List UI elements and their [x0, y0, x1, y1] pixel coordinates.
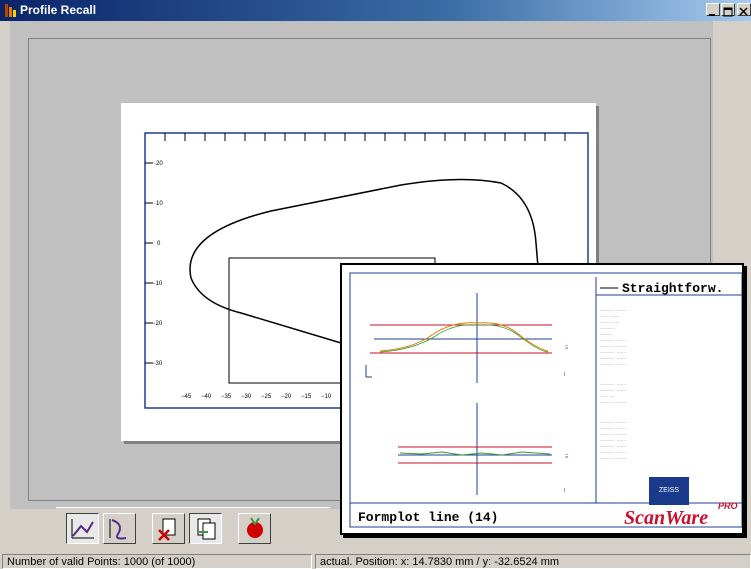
svg-text:−20: −20 — [281, 394, 292, 400]
svg-text:Ξ: Ξ — [565, 345, 569, 351]
svg-text:−20: −20 — [152, 321, 163, 327]
svg-text:……………… …………: ……………… ………… — [600, 345, 627, 349]
profile-chart-icon — [71, 519, 94, 539]
svg-text:……………… …………: ……………… ………… — [600, 309, 627, 313]
svg-text:……………… …………: ……………… ………… — [600, 363, 627, 367]
formplot-footer-title: Formplot line (14) — [358, 510, 499, 525]
svg-text:……………… …………: ……………… ………… — [600, 351, 627, 355]
svg-text:−30: −30 — [152, 361, 163, 367]
status-bar: Number of valid Points: 1000 (of 1000) a… — [0, 552, 751, 569]
minimize-icon — [709, 14, 715, 16]
profile-app-icon — [5, 4, 16, 17]
svg-text:……… …………: ……… ………… — [600, 315, 620, 319]
window-title: Profile Recall — [20, 3, 97, 17]
svg-text:……………… …………: ……………… ………… — [600, 445, 627, 449]
svg-text:−35: −35 — [221, 394, 232, 400]
svg-text:……………… …………: ……………… ………… — [600, 401, 627, 405]
minimize-button[interactable] — [706, 3, 720, 16]
svg-text:I: I — [564, 488, 565, 494]
copy-profile-button[interactable] — [189, 513, 222, 544]
record-button[interactable] — [238, 513, 271, 544]
svg-text:Ξ: Ξ — [565, 454, 569, 460]
svg-text:……… ……: ……… …… — [600, 395, 615, 399]
profile-zoom-button[interactable] — [103, 513, 136, 544]
close-button[interactable] — [737, 3, 751, 16]
svg-text:……………… …………: ……………… ………… — [600, 383, 627, 387]
svg-text:……………… …………: ……………… ………… — [600, 339, 627, 343]
svg-text:0: 0 — [157, 241, 161, 247]
svg-text:·10: ·10 — [154, 201, 163, 207]
status-position: actual. Position: x: 14.7830 mm / y: -32… — [315, 554, 751, 569]
svg-text:……………: …………… — [600, 333, 613, 337]
svg-text:……………… …………: ……………… ………… — [600, 457, 627, 461]
close-icon — [739, 7, 748, 16]
svg-text:−45: −45 — [181, 394, 192, 400]
maximize-button[interactable] — [721, 3, 735, 17]
svg-text:……………… …………: ……………… ………… — [600, 389, 627, 393]
svg-text:−30: −30 — [241, 394, 252, 400]
svg-text:−10: −10 — [321, 394, 332, 400]
profile-toolbar — [56, 507, 330, 550]
status-valid-points: Number of valid Points: 1000 (of 1000) — [2, 554, 312, 569]
delete-profile-icon — [158, 518, 176, 541]
svg-text:……………… …………: ……………… ………… — [600, 439, 627, 443]
scanware-pro-badge: PRO — [718, 501, 738, 511]
copy-profile-icon — [197, 518, 216, 540]
profile-zoom-icon — [109, 519, 127, 540]
title-bar: Profile Recall — [0, 0, 751, 21]
svg-text:−10: −10 — [152, 281, 163, 287]
svg-text:………………: ……………… — [600, 327, 615, 331]
record-icon — [247, 517, 263, 538]
svg-text:−40: −40 — [201, 394, 212, 400]
zeiss-logo: ZEISS — [649, 477, 689, 505]
svg-text:−15: −15 — [301, 394, 312, 400]
svg-text:……… …………: ……… ………… — [600, 321, 620, 325]
formplot-window[interactable]: Ξ Ξ I I ……………… ………… ……… ………… ……… ………… …………… — [340, 263, 744, 535]
delete-profile-button[interactable] — [152, 513, 185, 544]
svg-text:I: I — [564, 372, 565, 378]
svg-text:·20: ·20 — [154, 161, 163, 167]
svg-text:……………… …………: ……………… ………… — [600, 427, 627, 431]
svg-text:……………… …………: ……………… ………… — [600, 451, 627, 455]
maximize-icon — [723, 7, 733, 17]
profile-view-button[interactable] — [66, 513, 99, 544]
svg-text:……………… …………: ……………… ………… — [600, 357, 627, 361]
scanware-logo: ScanWare — [624, 507, 709, 529]
formplot-legend-title: Straightforw. — [622, 281, 724, 296]
svg-text:……………… …………: ……………… ………… — [600, 421, 627, 425]
svg-text:−25: −25 — [261, 394, 272, 400]
profile-curve-bottom — [189, 210, 342, 344]
svg-text:……………… …………: ……………… ………… — [600, 433, 627, 437]
